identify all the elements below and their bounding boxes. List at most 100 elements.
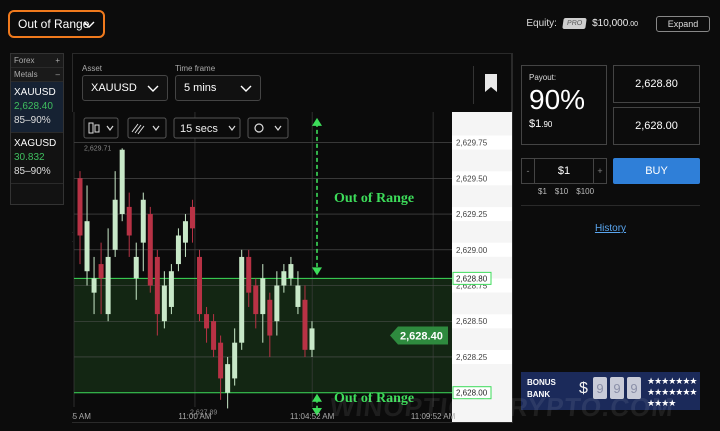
candle-body	[260, 278, 266, 315]
lower-barrier-price[interactable]: 2,628.00	[613, 107, 700, 145]
y-tick-label: 2,628.25	[456, 353, 488, 362]
candle-body	[126, 206, 132, 236]
top-bar: Out of Range Equity: PRO $10,000.00 Expa…	[0, 0, 720, 48]
x-tick-label: 10:55 AM	[72, 412, 91, 421]
stake-input[interactable]: $1	[535, 165, 593, 177]
equity-display: Equity: PRO $10,000.00	[526, 18, 638, 29]
candle-body	[119, 149, 125, 215]
bookmark-icon[interactable]	[485, 74, 497, 92]
high-label: 2,629.71	[84, 145, 111, 152]
chevron-down-icon	[83, 21, 95, 28]
candle-body	[133, 256, 139, 279]
y-tick-label: 2,629.75	[456, 139, 488, 148]
category-metals[interactable]: Metals –	[11, 68, 63, 82]
asset-field-label: Asset	[82, 64, 103, 73]
y-tick-label: 2,629.50	[456, 174, 488, 183]
payout-percent: 90%	[529, 84, 586, 115]
candle-body	[281, 271, 287, 286]
timeframe-field-label: Time frame	[175, 64, 216, 73]
stake-stepper: - $1 +	[521, 158, 607, 184]
timeframe-dropdown[interactable]: 5 mins	[175, 75, 261, 101]
quick-stake-options: $1 $10 $100	[538, 187, 594, 196]
candle-body	[267, 299, 273, 336]
candle-body	[105, 256, 111, 315]
chevron-down-icon	[147, 85, 159, 92]
expand-button[interactable]: Expand	[656, 16, 710, 32]
chevron-down-icon	[240, 85, 252, 92]
candle-body	[175, 235, 181, 265]
range-upper-label: 2,628.80	[456, 274, 488, 283]
candle-body	[140, 199, 146, 243]
candle-body	[204, 314, 210, 329]
candle-body	[84, 221, 90, 272]
candle-body	[197, 256, 203, 315]
collapse-icon: –	[55, 70, 60, 79]
equity-balance: $10,000.00	[592, 18, 638, 29]
candle-body	[239, 256, 245, 343]
price-chart[interactable]: 2,629.752,629.502,629.252,629.002,628.75…	[72, 112, 512, 422]
asset-price: 2,628.40	[14, 101, 53, 112]
candle-body	[147, 214, 153, 286]
candle-body	[161, 285, 167, 322]
candle-body	[232, 342, 238, 379]
panel-divider	[512, 53, 513, 423]
expand-icon: +	[55, 56, 60, 65]
asset-price: 30.832	[14, 152, 45, 163]
quick-stake-1[interactable]: $1	[538, 187, 547, 196]
buy-button[interactable]: BUY	[613, 158, 700, 184]
candle-body	[168, 271, 174, 307]
x-tick-label: 11:00 AM	[178, 412, 212, 421]
history-link[interactable]: History	[521, 223, 700, 234]
asset-item-xagusd[interactable]: XAGUSD 30.832 85–90%	[11, 133, 63, 184]
settings-dropdown	[247, 117, 289, 139]
payout-amount: $1.90	[529, 118, 553, 130]
category-forex[interactable]: Forex +	[11, 54, 63, 68]
history-divider	[521, 205, 700, 206]
asset-dropdown[interactable]: XAUUSD	[82, 75, 168, 101]
watermark-text: WINOPTIONCRYPTO.COM	[328, 392, 676, 422]
candle-body	[98, 264, 104, 279]
y-tick-label: 2,628.50	[456, 317, 488, 326]
payout-label: Payout:	[529, 73, 557, 82]
toolbar-divider	[473, 66, 474, 104]
annotation-top: Out of Range	[334, 191, 414, 206]
stake-decrease-button[interactable]: -	[522, 159, 535, 183]
candle-body	[225, 364, 231, 393]
interval-value: 15 secs	[180, 123, 218, 135]
candle-body	[211, 321, 217, 350]
asset-payout: 85–90%	[14, 115, 51, 126]
candle-body	[302, 299, 308, 350]
asset-symbol: XAGUSD	[14, 138, 57, 149]
candle-body	[274, 285, 280, 322]
candle-body	[182, 221, 188, 243]
candle-body	[189, 206, 195, 229]
trade-type-dropdown[interactable]: Out of Range	[8, 10, 105, 38]
asset-list-panel: Forex + Metals – XAUUSD 2,628.40 85–90% XA…	[10, 53, 64, 205]
asset-symbol: XAUUSD	[14, 87, 56, 98]
candle-body	[112, 199, 118, 250]
candle-body	[253, 285, 259, 315]
timeframe-dropdown-value: 5 mins	[184, 82, 217, 94]
stake-increase-button[interactable]: +	[593, 159, 606, 183]
quick-stake-100[interactable]: $100	[576, 187, 594, 196]
y-axis-strip	[452, 112, 512, 422]
candle-body	[91, 278, 97, 293]
y-tick-label: 2,629.25	[456, 210, 488, 219]
candle-body	[295, 285, 301, 307]
equity-label: Equity:	[526, 18, 557, 29]
trade-type-label: Out of Range	[18, 17, 90, 31]
asset-item-xauusd[interactable]: XAUUSD 2,628.40 85–90%	[11, 82, 63, 133]
y-tick-label: 2,629.00	[456, 246, 488, 255]
candle-body	[288, 264, 294, 279]
candle-body	[218, 342, 224, 379]
candle-body	[309, 328, 315, 350]
candle-body	[154, 256, 160, 315]
upper-barrier-price[interactable]: 2,628.80	[613, 65, 700, 103]
payout-box: Payout: 90% $1.90	[521, 65, 607, 145]
account-mode-badge[interactable]: PRO	[562, 18, 587, 29]
current-price-label: 2,628.40	[400, 331, 443, 343]
candle-body	[77, 178, 83, 236]
asset-payout: 85–90%	[14, 166, 51, 177]
indicators-dropdown	[127, 117, 167, 139]
quick-stake-10[interactable]: $10	[555, 187, 568, 196]
